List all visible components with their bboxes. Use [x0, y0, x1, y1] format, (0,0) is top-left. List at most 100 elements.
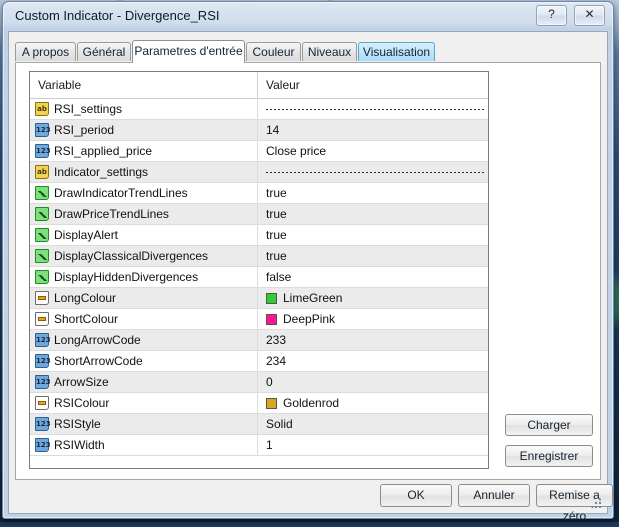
- value-cell[interactable]: DeepPink: [258, 309, 488, 329]
- table-row[interactable]: ab RSI_settings: [30, 99, 488, 120]
- table-row[interactable]: DisplayClassicalDivergences true: [30, 246, 488, 267]
- variable-cell: abIndicator_settings: [30, 162, 258, 182]
- table-row[interactable]: 123 ShortArrowCode 234: [30, 351, 488, 372]
- value-cell[interactable]: true: [258, 225, 488, 245]
- value-cell[interactable]: true: [258, 246, 488, 266]
- value-cell[interactable]: 233: [258, 330, 488, 350]
- value-text: LimeGreen: [283, 291, 342, 305]
- variable-cell: ab RSI_settings: [30, 99, 258, 119]
- resize-grip[interactable]: [591, 498, 603, 510]
- value-cell[interactable]: true: [258, 183, 488, 203]
- table-row[interactable]: 123 RSI_period 14: [30, 120, 488, 141]
- table-row[interactable]: DisplayHiddenDivergences false: [30, 267, 488, 288]
- tab-niveaux[interactable]: Niveaux: [302, 42, 357, 61]
- window-title: Custom Indicator - Divergence_RSI: [15, 8, 219, 23]
- variable-name: LongArrowCode: [54, 333, 141, 347]
- column-header-value: Valeur: [258, 72, 488, 98]
- variable-cell: DisplayAlert: [30, 225, 258, 245]
- tab-parametres-d-entr-e[interactable]: Parametres d'entrée: [132, 40, 245, 63]
- value-text: 0: [266, 375, 273, 389]
- table-row[interactable]: 123RSI_applied_priceClose price: [30, 141, 488, 162]
- value-cell[interactable]: LimeGreen: [258, 288, 488, 308]
- value-text: DeepPink: [283, 312, 335, 326]
- tab-visualisation[interactable]: Visualisation: [358, 42, 435, 61]
- tab-g-n-ral[interactable]: Général: [77, 42, 131, 61]
- number-icon: 123: [35, 417, 49, 431]
- load-button[interactable]: Charger: [505, 414, 593, 436]
- value-cell[interactable]: 0: [258, 372, 488, 392]
- variable-cell: 123 ShortArrowCode: [30, 351, 258, 371]
- ok-button[interactable]: OK: [380, 484, 452, 507]
- variable-cell: 123RSIWidth: [30, 435, 258, 455]
- variable-name: DisplayHiddenDivergences: [54, 270, 198, 284]
- variable-cell: ShortColour: [30, 309, 258, 329]
- table-row[interactable]: ShortColour DeepPink: [30, 309, 488, 330]
- bool-icon: [35, 270, 49, 284]
- value-cell[interactable]: 234: [258, 351, 488, 371]
- value-cell[interactable]: Close price: [258, 141, 488, 161]
- close-icon[interactable]: ✕: [574, 5, 605, 26]
- string-icon: ab: [35, 102, 49, 116]
- table-row[interactable]: 123ArrowSize 0: [30, 372, 488, 393]
- variable-cell: 123ArrowSize: [30, 372, 258, 392]
- value-cell[interactable]: false: [258, 267, 488, 287]
- dialog-client-area: A proposGénéralParametres d'entréeCouleu…: [8, 31, 608, 514]
- value-cell[interactable]: [258, 99, 488, 119]
- value-cell[interactable]: 14: [258, 120, 488, 140]
- variable-name: DisplayClassicalDivergences: [54, 249, 208, 263]
- table-row[interactable]: DisplayAlert true: [30, 225, 488, 246]
- bool-icon: [35, 186, 49, 200]
- variable-name: RSIStyle: [54, 417, 101, 431]
- value-text: 234: [266, 354, 286, 368]
- table-row[interactable]: DrawPriceTrendLinestrue: [30, 204, 488, 225]
- variable-cell: DisplayClassicalDivergences: [30, 246, 258, 266]
- variable-name: ShortColour: [54, 312, 118, 326]
- cancel-button[interactable]: Annuler: [458, 484, 530, 507]
- tab-couleur[interactable]: Couleur: [246, 42, 301, 61]
- tab-a-propos[interactable]: A propos: [15, 42, 76, 61]
- separator-line: [266, 172, 484, 173]
- variable-name: DrawIndicatorTrendLines: [54, 186, 188, 200]
- table-row[interactable]: 123RSIWidth1: [30, 435, 488, 456]
- value-text: false: [266, 270, 291, 284]
- string-icon: ab: [35, 165, 49, 179]
- value-cell[interactable]: [258, 162, 488, 182]
- color-icon: [35, 291, 49, 305]
- number-icon: 123: [35, 123, 49, 137]
- value-text: Close price: [266, 144, 326, 158]
- table-row[interactable]: 123 RSIStyle Solid: [30, 414, 488, 435]
- table-row[interactable]: LongColour LimeGreen: [30, 288, 488, 309]
- value-cell[interactable]: 1: [258, 435, 488, 455]
- variable-name: ShortArrowCode: [54, 354, 143, 368]
- color-swatch: [266, 398, 277, 409]
- title-bar[interactable]: Custom Indicator - Divergence_RSI ? ✕: [3, 2, 613, 30]
- bool-icon: [35, 228, 49, 242]
- value-text: Goldenrod: [283, 396, 339, 410]
- variable-name: DisplayAlert: [54, 228, 118, 242]
- value-text: true: [266, 249, 287, 263]
- value-cell[interactable]: Solid: [258, 414, 488, 434]
- variable-cell: 123 RSI_period: [30, 120, 258, 140]
- table-row[interactable]: 123 LongArrowCode 233: [30, 330, 488, 351]
- color-icon: [35, 396, 49, 410]
- variable-name: RSI_settings: [54, 102, 122, 116]
- variable-name: RSI_applied_price: [54, 144, 152, 158]
- save-button[interactable]: Enregistrer: [505, 445, 593, 467]
- number-icon: 123: [35, 333, 49, 347]
- column-header-variable: Variable: [30, 72, 258, 98]
- color-icon: [35, 312, 49, 326]
- dialog-window: Custom Indicator - Divergence_RSI ? ✕ A …: [2, 1, 614, 519]
- table-row[interactable]: abIndicator_settings: [30, 162, 488, 183]
- variable-cell: LongColour: [30, 288, 258, 308]
- number-icon: 123: [35, 354, 49, 368]
- help-icon[interactable]: ?: [536, 5, 567, 26]
- table-row[interactable]: RSIColourGoldenrod: [30, 393, 488, 414]
- color-swatch: [266, 293, 277, 304]
- value-cell[interactable]: Goldenrod: [258, 393, 488, 413]
- table-row[interactable]: DrawIndicatorTrendLines true: [30, 183, 488, 204]
- variable-cell: DrawIndicatorTrendLines: [30, 183, 258, 203]
- parameters-grid[interactable]: Variable Valeur ab RSI_settings 123 RSI_per…: [29, 71, 489, 469]
- variable-name: RSI_period: [54, 123, 114, 137]
- variable-cell: DisplayHiddenDivergences: [30, 267, 258, 287]
- value-cell[interactable]: true: [258, 204, 488, 224]
